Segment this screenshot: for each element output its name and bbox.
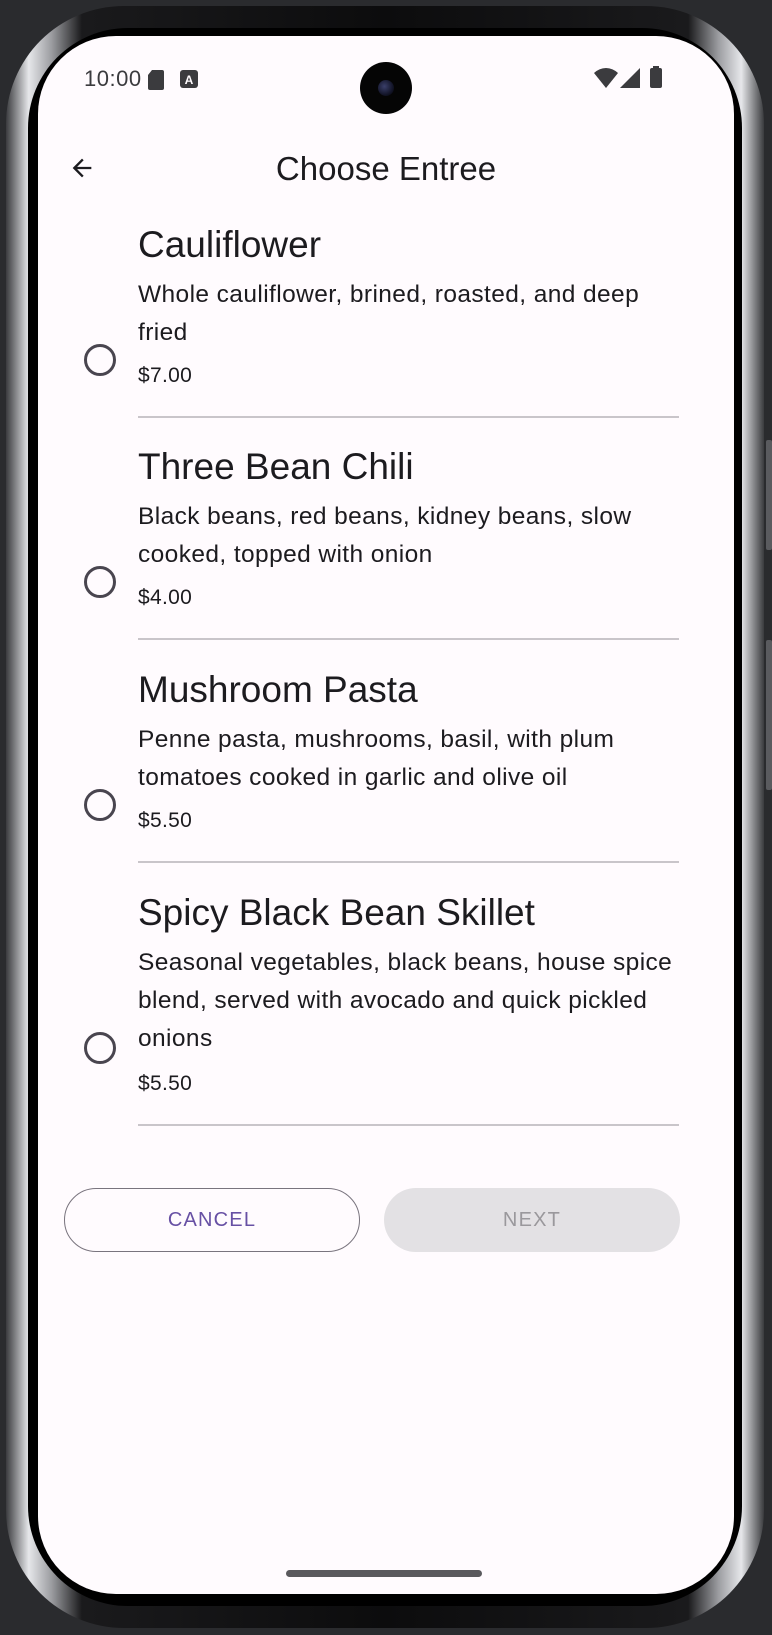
- status-time: 10:00: [84, 66, 142, 91]
- radio-button[interactable]: [84, 566, 116, 598]
- entree-name: Spicy Black Bean Skillet: [138, 892, 535, 933]
- battery-icon: [650, 66, 662, 93]
- entree-description: Black beans, red beans, kidney beans, sl…: [138, 503, 632, 568]
- entree-option-mushroom-pasta[interactable]: Mushroom Pasta Penne pasta, mushrooms, b…: [38, 659, 734, 881]
- top-app-bar: Choose Entree: [38, 140, 734, 204]
- entree-option-three-bean-chili[interactable]: Three Bean Chili Black beans, red beans,…: [38, 436, 734, 658]
- volume-button: [766, 440, 772, 550]
- entree-description: Seasonal vegetables, black beans, house …: [138, 949, 673, 1052]
- entree-price: $7.00: [138, 364, 193, 387]
- svg-text:A: A: [185, 73, 194, 87]
- status-bar: 10:00 A: [38, 36, 734, 116]
- cancel-button[interactable]: CANCEL: [64, 1188, 360, 1252]
- sd-card-icon: [148, 70, 164, 95]
- divider: [138, 1124, 679, 1126]
- entree-option-spicy-black-bean-skillet[interactable]: Spicy Black Bean Skillet Seasonal vegeta…: [38, 882, 734, 1144]
- divider: [138, 638, 679, 640]
- entree-price: $5.50: [138, 809, 193, 832]
- divider: [138, 416, 679, 418]
- app-screen: 10:00 A Choose Entree Cauliflower Whole …: [38, 36, 734, 1594]
- entree-price: $4.00: [138, 586, 193, 609]
- power-button: [766, 640, 772, 790]
- home-indicator[interactable]: [286, 1570, 482, 1577]
- next-button[interactable]: NEXT: [384, 1188, 680, 1252]
- entree-option-cauliflower[interactable]: Cauliflower Whole cauliflower, brined, r…: [38, 214, 734, 446]
- radio-button[interactable]: [84, 344, 116, 376]
- entree-description: Whole cauliflower, brined, roasted, and …: [138, 281, 640, 346]
- phone-device: 10:00 A Choose Entree Cauliflower Whole …: [0, 0, 772, 1635]
- entree-name: Cauliflower: [138, 224, 322, 265]
- radio-button[interactable]: [84, 789, 116, 821]
- front-camera: [360, 62, 412, 114]
- divider: [138, 861, 679, 863]
- entree-description: Penne pasta, mushrooms, basil, with plum…: [138, 726, 615, 791]
- entree-name: Mushroom Pasta: [138, 669, 418, 710]
- radio-button[interactable]: [84, 1032, 116, 1064]
- page-title: Choose Entree: [275, 150, 497, 187]
- a-badge-icon: A: [180, 70, 198, 93]
- entree-price: $5.50: [138, 1072, 193, 1095]
- wifi-icon: [594, 68, 618, 93]
- entree-name: Three Bean Chili: [138, 446, 414, 487]
- signal-icon: [620, 68, 640, 93]
